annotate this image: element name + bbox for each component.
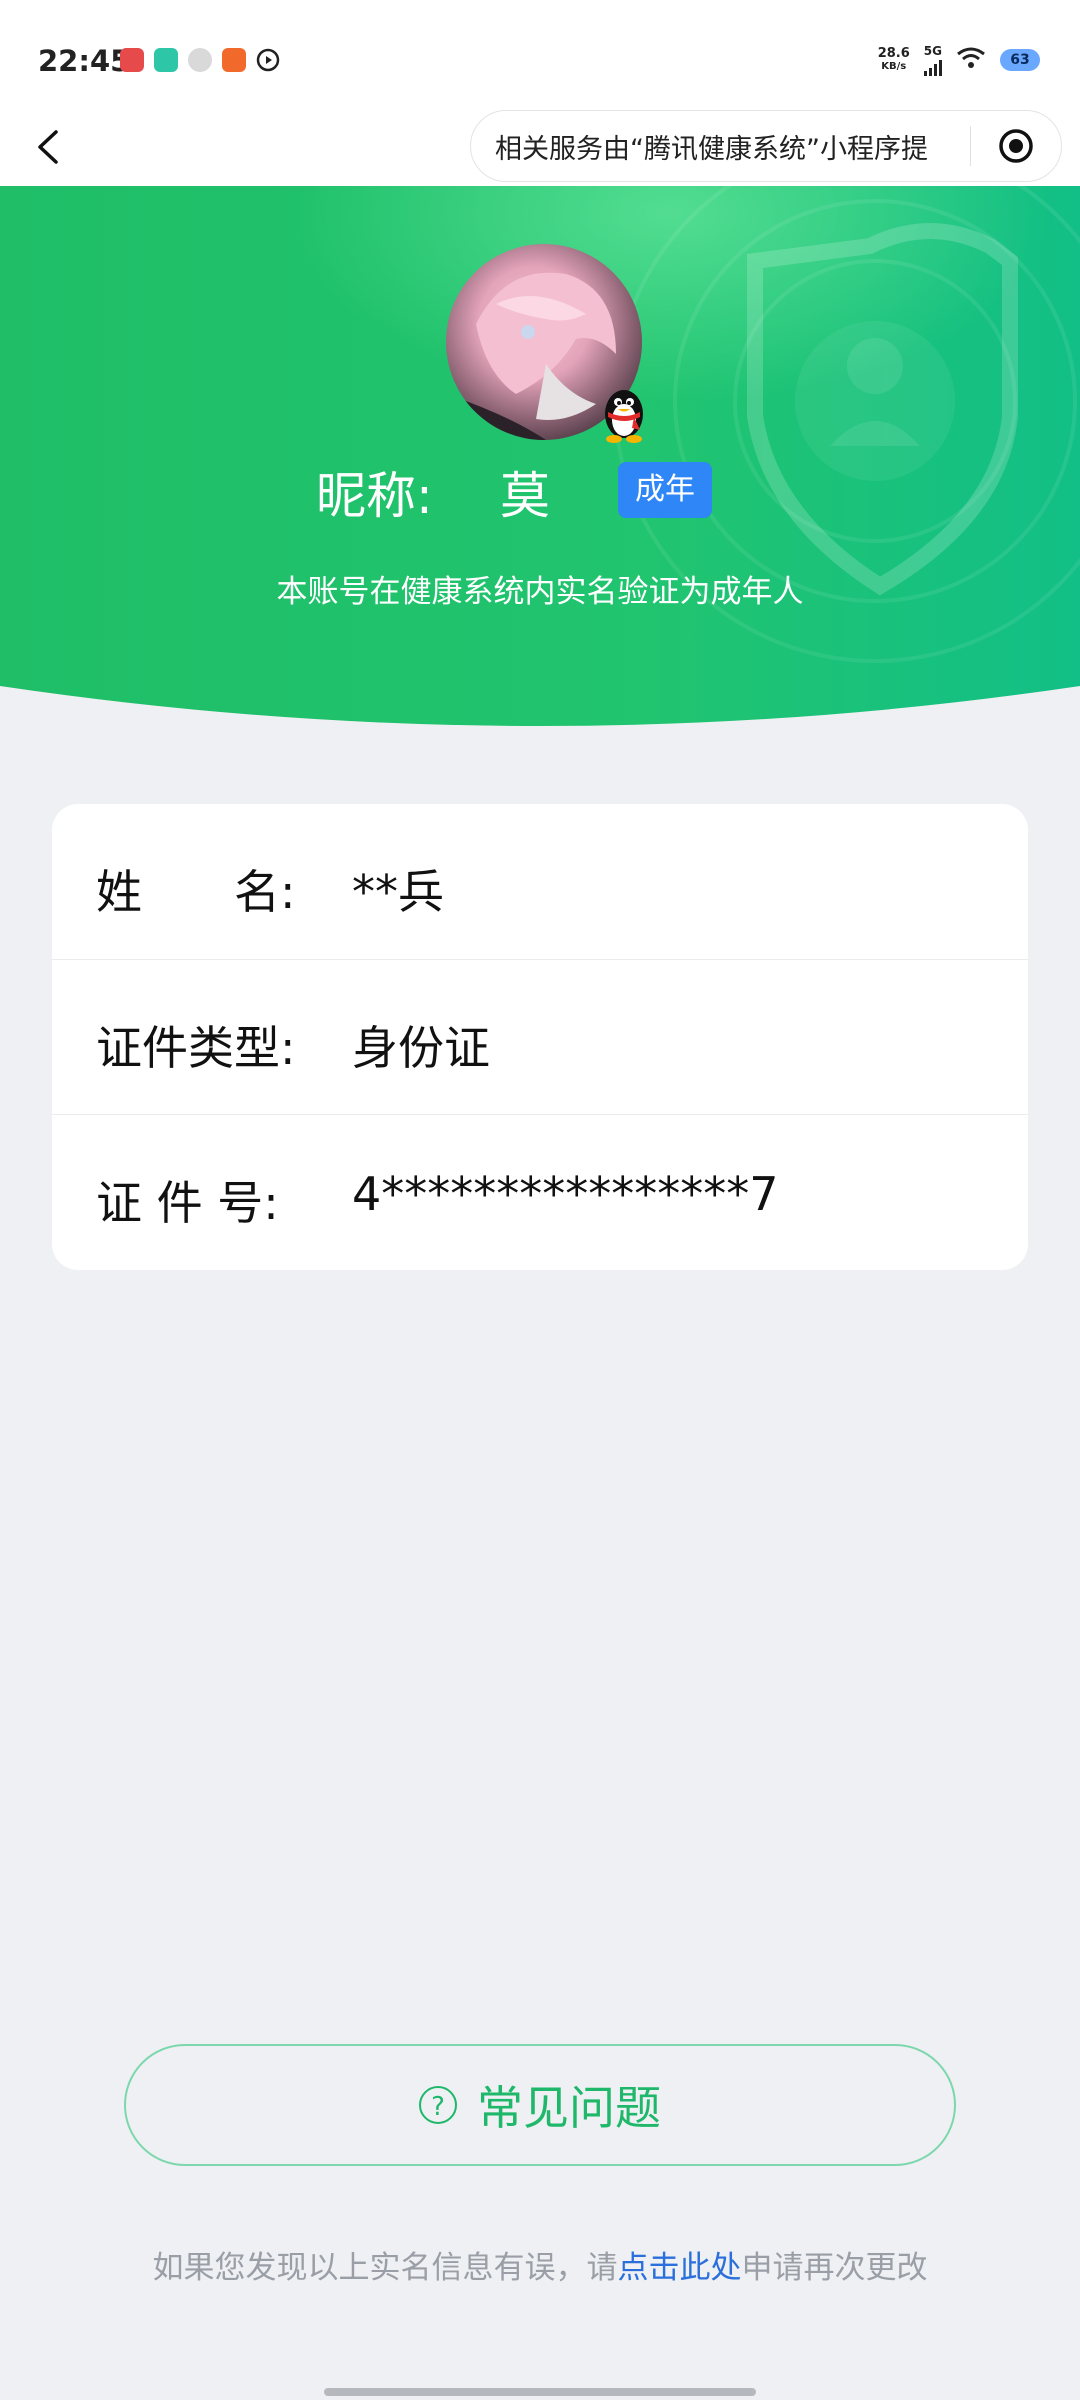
cellular-signal-icon: 5G <box>924 44 942 76</box>
net-speed-value: 28.6 <box>877 46 910 61</box>
app-notification-icon <box>154 48 178 72</box>
home-indicator[interactable] <box>324 2388 756 2396</box>
id-type-value: 身份证 <box>352 1021 490 1075</box>
hero-header: 昵称: 莫 成年 本账号在健康系统内实名验证为成年人 <box>0 186 1080 746</box>
net-speed: 28.6 KB/s <box>878 47 910 73</box>
faq-button[interactable]: ? 常见问题 <box>124 2044 956 2166</box>
target-icon <box>999 129 1033 163</box>
correction-note-suffix: 申请再次更改 <box>741 2250 928 2286</box>
service-capsule: 相关服务由“腾讯健康系统”小程序提 <box>470 110 1062 182</box>
nav-bar: 相关服务由“腾讯健康系统”小程序提 <box>0 110 1080 186</box>
correction-note: 如果您发现以上实名信息有误，请点击此处申请再次更改 <box>0 2242 1080 2287</box>
capsule-close-button[interactable] <box>971 111 1061 181</box>
net-speed-unit: KB/s <box>881 61 907 72</box>
app-notification-icon <box>188 48 212 72</box>
status-bar: 22:45 28.6 KB/s 5G 63 <box>0 0 1080 110</box>
status-indicators: 28.6 KB/s 5G 63 <box>878 44 1040 76</box>
status-time: 22:45 <box>38 44 131 78</box>
battery-icon: 63 <box>1000 49 1040 71</box>
verification-description: 本账号在健康系统内实名验证为成年人 <box>276 574 804 610</box>
page: 22:45 28.6 KB/s 5G 63 相关服务由“腾讯健康系统”小程序提 … <box>0 0 1080 2400</box>
id-type-label: 证件类型: <box>96 1021 296 1075</box>
click-here-link[interactable]: 点击此处 <box>618 2250 742 2286</box>
wifi-icon <box>956 46 986 74</box>
info-row-id-number: 证 件 号: 4****************7 <box>52 1114 1028 1270</box>
nickname-label: 昵称: <box>316 467 433 525</box>
play-icon <box>256 48 280 72</box>
back-button[interactable] <box>24 122 74 172</box>
chevron-left-icon <box>38 130 58 164</box>
app-notification-icon <box>120 48 144 72</box>
name-label: 姓 名: <box>96 865 296 919</box>
network-type: 5G <box>923 44 942 58</box>
info-row-id-type: 证件类型: 身份证 <box>52 959 1028 1115</box>
question-circle-icon: ? <box>419 2086 457 2124</box>
adult-badge: 成年 <box>618 462 712 518</box>
info-row-name: 姓 名: **兵 <box>52 804 1028 959</box>
service-provider-text[interactable]: 相关服务由“腾讯健康系统”小程序提 <box>471 127 970 166</box>
app-notification-icon <box>222 48 246 72</box>
nickname-row: 昵称: 莫 成年 <box>0 454 1080 525</box>
faq-label: 常见问题 <box>477 2081 661 2135</box>
nickname-value: 莫 <box>500 467 550 525</box>
identity-info-card: 姓 名: **兵 证件类型: 身份证 证 件 号: 4*************… <box>52 804 1028 1270</box>
id-number-value: 4****************7 <box>352 1167 779 1221</box>
status-app-icons <box>120 48 280 72</box>
correction-note-prefix: 如果您发现以上实名信息有误，请 <box>152 2250 618 2286</box>
name-value: **兵 <box>352 865 444 919</box>
id-number-label: 证 件 号: <box>96 1176 279 1230</box>
qq-penguin-icon <box>598 380 650 444</box>
